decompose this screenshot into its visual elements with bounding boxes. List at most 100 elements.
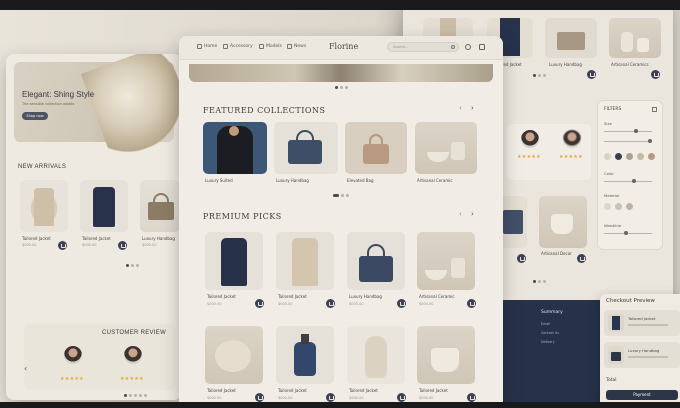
checkout-item-name: Tailored Jacket: [628, 316, 656, 321]
color-swatch[interactable]: [648, 153, 655, 160]
rating-stars: ★★★★★: [559, 154, 583, 160]
cup-shape: [451, 258, 465, 278]
hero-banner-strip: [189, 64, 493, 82]
summary-title: Summary: [541, 310, 563, 315]
size-slider[interactable]: [604, 129, 652, 133]
cart-icon[interactable]: [58, 241, 67, 250]
product-price: $000.00: [278, 302, 293, 306]
cart-icon[interactable]: [577, 254, 586, 263]
product-image: [205, 326, 263, 384]
main-page-panel: Home Accessory Models News Florine Searc…: [179, 36, 503, 402]
chevron-right-icon[interactable]: ›: [471, 210, 474, 218]
cart-icon[interactable]: [255, 393, 264, 402]
filter-waistline-label: Waistline: [604, 223, 622, 228]
left-page-panel: Elegant: Shing Style The sensible collec…: [6, 54, 182, 400]
customer-review-title: CUSTOMER REVIEW: [102, 330, 167, 336]
jacket-shape: [500, 18, 520, 56]
nav-news[interactable]: News: [287, 44, 306, 49]
summary-line[interactable]: Delivery: [541, 340, 555, 344]
search-placeholder: Search...: [393, 45, 409, 49]
nav-models[interactable]: Models: [259, 44, 282, 49]
cart-icon[interactable]: [326, 299, 335, 308]
collection-name: Luxury Handbag: [276, 178, 309, 183]
cart-icon[interactable]: [479, 44, 485, 50]
cart-icon[interactable]: [467, 393, 476, 402]
waistline-slider[interactable]: [604, 231, 652, 235]
size-slider[interactable]: [604, 139, 652, 143]
product-name: Tailored Jacket: [207, 294, 236, 299]
cart-icon[interactable]: [587, 70, 596, 79]
featured-collections-title: FEATURED COLLECTIONS: [203, 106, 326, 115]
review-card: ★★★★★ ★★★★★: [507, 124, 591, 180]
payment-button[interactable]: Payment: [606, 390, 678, 400]
brand-logo[interactable]: Florine: [329, 42, 358, 51]
item-thumbnail: [608, 346, 624, 364]
cart-icon[interactable]: [467, 299, 476, 308]
user-icon[interactable]: [465, 44, 471, 50]
silk-image: [80, 54, 182, 161]
summary-line[interactable]: Contact Us: [541, 331, 559, 335]
color-slider[interactable]: [604, 179, 652, 183]
bag-shape: [359, 256, 393, 282]
bag-handle: [153, 193, 169, 205]
color-swatch[interactable]: [615, 153, 622, 160]
color-swatch[interactable]: [637, 153, 644, 160]
nav-home[interactable]: Home: [197, 44, 217, 49]
collection-dots[interactable]: [333, 194, 349, 197]
product-image: [140, 180, 180, 232]
cart-icon[interactable]: [255, 299, 264, 308]
bag-shape: [503, 210, 523, 234]
close-icon[interactable]: [652, 107, 657, 112]
item-detail-bar: [628, 356, 668, 358]
reviewer-avatar: [124, 346, 142, 364]
collection-name: Luxury Suited: [205, 178, 233, 183]
product-price: $000.00: [349, 302, 364, 306]
checkout-preview-panel: Checkout Preview Tailored Jacket Luxury …: [600, 294, 680, 402]
chevron-left-icon[interactable]: ‹: [459, 104, 462, 112]
jacket-shape: [34, 188, 54, 226]
product-name: Luxury Handbag: [349, 294, 382, 299]
product-name: Tailored Jacket: [278, 294, 307, 299]
material-swatch[interactable]: [626, 203, 633, 210]
cart-icon[interactable]: [517, 254, 526, 263]
summary-line[interactable]: Email: [541, 322, 550, 326]
banner-dots[interactable]: [335, 86, 348, 89]
search-input[interactable]: Search...: [387, 42, 459, 52]
shop-now-button[interactable]: Shop now: [22, 112, 48, 120]
chevron-left-icon[interactable]: ‹: [24, 364, 27, 373]
nav-label: Models: [266, 44, 282, 49]
cart-icon[interactable]: [397, 299, 406, 308]
vase-shape: [365, 336, 387, 378]
color-swatch[interactable]: [626, 153, 633, 160]
mug-shape: [431, 348, 459, 372]
chevron-left-icon[interactable]: ‹: [459, 210, 462, 218]
cart-icon[interactable]: [118, 241, 127, 250]
product-price: $000.00: [82, 243, 97, 247]
cart-icon[interactable]: [326, 393, 335, 402]
cup-shape: [451, 142, 465, 160]
color-swatch[interactable]: [604, 153, 611, 160]
review-dots[interactable]: [124, 394, 147, 397]
cart-icon[interactable]: [651, 70, 660, 79]
filters-title: FILTERS: [604, 107, 622, 112]
cart-icon[interactable]: [397, 393, 406, 402]
rating-stars: ★★★★★: [120, 376, 144, 382]
product-image: [80, 180, 128, 232]
checkout-item[interactable]: Tailored Jacket: [604, 310, 680, 336]
product-name: Artisanal Decor: [541, 251, 572, 256]
chevron-right-icon[interactable]: ›: [471, 104, 474, 112]
product-name: Tailored Jacket: [278, 388, 307, 393]
product-name: Luxury Handbag: [142, 236, 175, 241]
carousel-dots[interactable]: [533, 74, 546, 77]
screenshot-stage: Elegant: Shing Style The sensible collec…: [0, 10, 680, 402]
carousel-dots[interactable]: [533, 280, 546, 283]
product-price: $000.00: [278, 396, 293, 400]
checkout-item[interactable]: Luxury Handbag: [604, 342, 680, 368]
nav-accessory[interactable]: Accessory: [223, 44, 253, 49]
carousel-dots[interactable]: [126, 264, 139, 267]
material-swatch[interactable]: [615, 203, 622, 210]
nav-label: Accessory: [230, 44, 253, 49]
search-icon[interactable]: [451, 45, 455, 49]
product-name: Artisanal Ceramics: [611, 62, 649, 67]
material-swatch[interactable]: [604, 203, 611, 210]
